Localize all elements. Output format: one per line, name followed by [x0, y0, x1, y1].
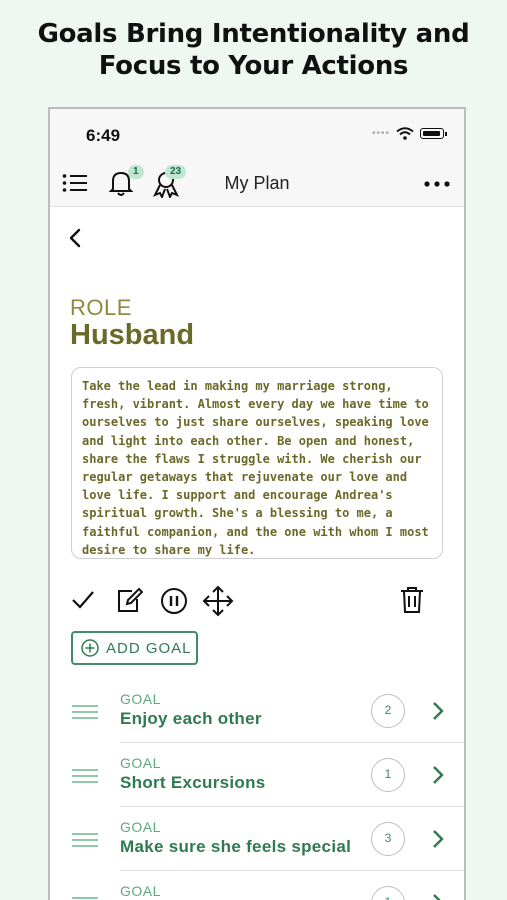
move-icon[interactable] — [202, 585, 234, 617]
chevron-right-icon[interactable] — [432, 765, 444, 785]
add-goal-label: ADD GOAL — [106, 639, 192, 657]
drag-handle-icon[interactable] — [72, 705, 98, 723]
headline: Goals Bring Intentionality and Focus to … — [37, 19, 470, 81]
nav-title: My Plan — [224, 173, 290, 193]
goal-row[interactable]: GOAL Make sure she feels special 3 — [50, 807, 464, 871]
goal-list: GOAL Enjoy each other 2 GOAL Short Excur… — [50, 679, 464, 900]
goal-count-badge: 3 — [371, 822, 405, 856]
trash-icon[interactable] — [400, 586, 424, 614]
status-bar: 6:49 •••• — [50, 109, 464, 161]
goal-title: Make sure she feels special — [120, 837, 352, 856]
chevron-right-icon[interactable] — [432, 701, 444, 721]
goal-text: GOAL Enjoy each other — [120, 691, 262, 729]
goal-count-badge: 2 — [371, 694, 405, 728]
goal-count-badge: 1 — [371, 886, 405, 900]
drag-handle-icon[interactable] — [72, 769, 98, 787]
check-icon[interactable] — [70, 587, 96, 613]
goal-text: GOAL Make sure she feels special — [120, 819, 351, 857]
chevron-right-icon[interactable] — [432, 829, 444, 849]
edit-icon[interactable] — [115, 587, 143, 615]
plus-circle-icon — [81, 639, 99, 657]
goal-tag: GOAL — [120, 819, 161, 835]
nav-bar: 1 23 My Plan — [50, 161, 464, 207]
add-goal-button[interactable]: ADD GOAL — [71, 631, 198, 665]
signal-icon: •••• — [371, 128, 390, 139]
back-icon[interactable] — [68, 227, 82, 249]
goal-row[interactable]: GOAL 1 — [50, 871, 464, 900]
phone-screen: 6:49 •••• 1 23 My Plan ROLE Husband Take… — [48, 107, 466, 900]
goal-row[interactable]: GOAL Enjoy each other 2 — [50, 679, 464, 743]
role-label: ROLE — [70, 295, 132, 320]
goal-tag: GOAL — [120, 755, 161, 771]
wifi-icon — [396, 127, 414, 140]
pause-icon[interactable] — [160, 587, 188, 615]
status-icons: •••• — [371, 127, 447, 140]
role-statement[interactable]: Take the lead in making my marriage stro… — [71, 367, 443, 559]
goal-text: GOAL Short Excursions — [120, 755, 266, 793]
goal-row[interactable]: GOAL Short Excursions 1 — [50, 743, 464, 807]
goal-title: Enjoy each other — [120, 709, 262, 728]
drag-handle-icon[interactable] — [72, 833, 98, 851]
chevron-right-icon[interactable] — [432, 893, 444, 900]
more-icon[interactable] — [424, 181, 450, 187]
goal-title: Short Excursions — [120, 773, 266, 792]
role-actions — [70, 585, 450, 617]
status-time: 6:49 — [86, 126, 121, 145]
role-name: Husband — [70, 319, 195, 351]
goal-count-badge: 1 — [371, 758, 405, 792]
goal-tag: GOAL — [120, 691, 161, 707]
battery-icon — [420, 128, 447, 139]
goal-tag: GOAL — [120, 883, 161, 899]
goal-text: GOAL — [120, 883, 161, 900]
